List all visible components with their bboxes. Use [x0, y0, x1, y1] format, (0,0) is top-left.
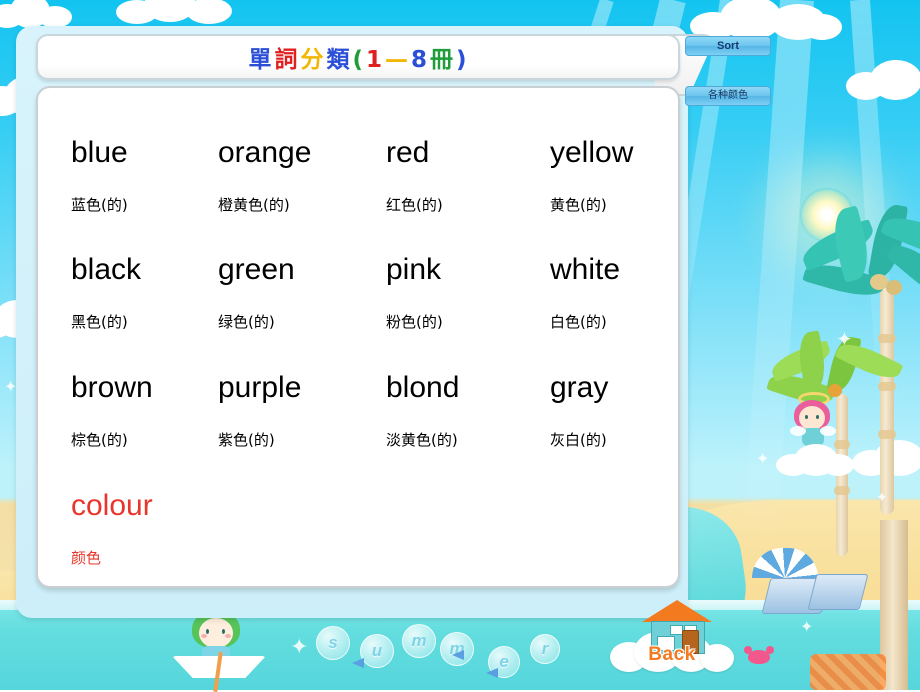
word-chinese: 灰白(的) — [550, 431, 607, 449]
title-char-1: 詞 — [274, 47, 299, 73]
back-button-label: Back — [648, 644, 696, 665]
word-cell[interactable]: yellow 黄色(的) — [550, 138, 633, 213]
title-char-0: 單 — [248, 47, 273, 73]
word-chinese: 棕色(的) — [71, 431, 128, 449]
bubble-letter-r: r — [530, 634, 560, 664]
sort-controls: Sort 各种颜色 — [685, 36, 771, 109]
bubble-letter-m2: m — [440, 632, 474, 666]
title-char-6: — — [385, 47, 409, 73]
word-english: brown — [71, 371, 153, 404]
word-english: gray — [550, 371, 609, 404]
bubble-letter-s: s — [316, 626, 350, 660]
word-english: pink — [386, 253, 442, 286]
page-title: 單詞分類(1—8冊) — [247, 40, 468, 74]
word-chinese: 橙黄色(的) — [218, 196, 290, 214]
cloud-top-mid — [116, 0, 236, 24]
word-chinese: 颜色 — [71, 549, 102, 567]
word-english: purple — [218, 371, 302, 404]
word-grid: blue 蓝色(的) orange 橙黄色(的) red 红色(的) yellow 黄色(的)… — [38, 88, 678, 586]
word-english: yellow — [550, 136, 634, 169]
word-cell[interactable]: blue 蓝色(的) — [71, 138, 128, 213]
word-cell[interactable]: orange 橙黄色(的) — [218, 138, 311, 213]
fish-icon — [352, 658, 364, 668]
word-cell[interactable]: green 绿色(的) — [218, 255, 295, 330]
title-char-5: 1 — [365, 47, 383, 73]
word-cell[interactable]: pink 粉色(的) — [386, 255, 443, 330]
word-english: colour — [71, 489, 153, 522]
bubble-letter-u: u — [360, 634, 394, 668]
angel-character — [772, 392, 854, 476]
bubble-letter-m1: m — [402, 624, 436, 658]
title-bar: 單詞分類(1—8冊) — [36, 34, 680, 80]
back-button[interactable]: Back — [610, 600, 734, 672]
word-chinese: 淡黄色(的) — [386, 431, 458, 449]
word-chinese: 黄色(的) — [550, 196, 607, 214]
crab-icon — [744, 646, 774, 666]
word-chinese: 黑色(的) — [71, 313, 128, 331]
word-chinese: 红色(的) — [386, 196, 443, 214]
fish-icon — [452, 650, 464, 660]
word-chinese: 蓝色(的) — [71, 196, 128, 214]
title-char-8: 冊 — [430, 47, 455, 73]
word-english: blue — [71, 136, 128, 169]
word-english: black — [71, 253, 142, 286]
sort-button[interactable]: Sort — [685, 36, 771, 56]
word-cell[interactable]: colour 颜色 — [71, 491, 153, 566]
word-chinese: 白色(的) — [550, 313, 607, 331]
word-cell[interactable]: brown 棕色(的) — [71, 373, 153, 448]
word-cell[interactable]: white 白色(的) — [550, 255, 620, 330]
cloud-right-upper — [846, 60, 920, 100]
category-button[interactable]: 各种颜色 — [685, 86, 771, 106]
word-chinese: 绿色(的) — [218, 313, 275, 331]
roof-shape — [642, 600, 712, 622]
word-cell[interactable]: red 红色(的) — [386, 138, 443, 213]
word-cell[interactable]: purple 紫色(的) — [218, 373, 301, 448]
word-english: green — [218, 253, 295, 286]
word-cell[interactable]: black 黑色(的) — [71, 255, 141, 330]
word-list-card: blue 蓝色(的) orange 橙黄色(的) red 红色(的) yellow 黄色(的)… — [36, 86, 734, 672]
title-char-7: 8 — [411, 47, 429, 73]
word-english: orange — [218, 136, 312, 169]
title-char-4: ( — [352, 47, 364, 73]
cloud-top-right — [690, 0, 842, 40]
word-cell[interactable]: blond 淡黄色(的) — [386, 373, 459, 448]
title-char-9: ) — [456, 47, 468, 73]
word-chinese: 粉色(的) — [386, 313, 443, 331]
word-english: red — [386, 136, 430, 169]
title-char-2: 分 — [300, 47, 325, 73]
fish-icon — [486, 668, 498, 678]
beach-lounger — [807, 574, 869, 610]
coral-bush — [810, 654, 886, 690]
cloud-top-left — [0, 0, 80, 28]
word-english: blond — [386, 371, 460, 404]
title-char-3: 類 — [326, 47, 351, 73]
word-english: white — [550, 253, 621, 286]
word-chinese: 紫色(的) — [218, 431, 275, 449]
word-cell[interactable]: gray 灰白(的) — [550, 373, 608, 448]
